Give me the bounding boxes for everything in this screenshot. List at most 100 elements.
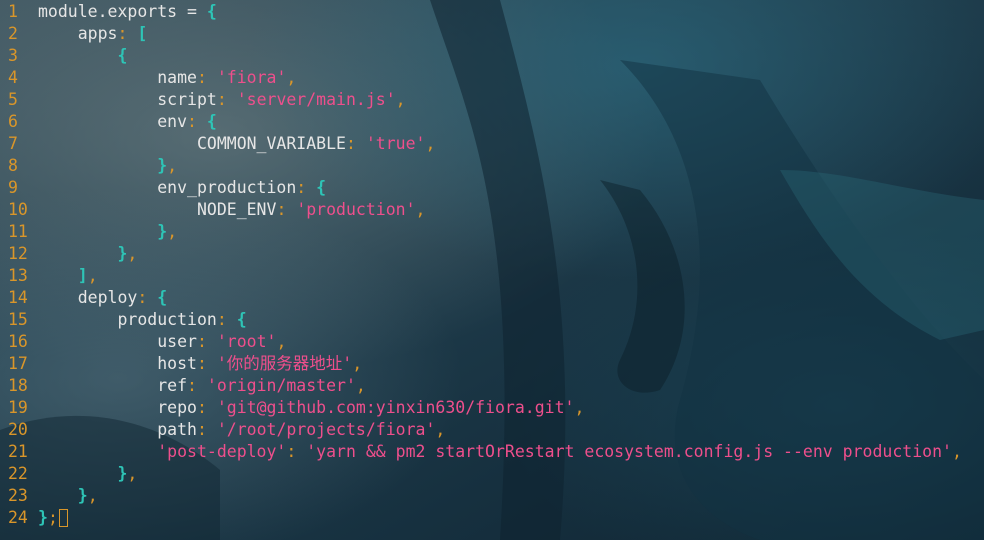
- punctuation-token: ,: [276, 332, 287, 351]
- line-number: 17: [8, 354, 28, 373]
- code-line[interactable]: 15 production: {: [0, 309, 984, 331]
- punctuation-token: :: [216, 310, 237, 329]
- bracket-token: }: [77, 486, 88, 505]
- string-token: 'git@github.com:yinxin630/fiora.git': [216, 398, 575, 417]
- punctuation-token: ;: [47, 508, 58, 527]
- punctuation-token: ,: [286, 68, 297, 87]
- bracket-token: {: [206, 2, 217, 21]
- punctuation-token: :: [345, 134, 366, 153]
- code-line[interactable]: 21 'post-deploy': 'yarn && pm2 startOrRe…: [0, 441, 984, 463]
- string-token: 'true': [365, 134, 426, 153]
- code-editor[interactable]: 1 module.exports = {2 apps: [3 {4 name: '…: [0, 1, 984, 529]
- code-line[interactable]: 2 apps: [: [0, 23, 984, 45]
- punctuation-token: ,: [87, 486, 98, 505]
- code-line[interactable]: 9 env_production: {: [0, 177, 984, 199]
- code-line[interactable]: 16 user: 'root',: [0, 331, 984, 353]
- identifier-token: env: [157, 112, 188, 131]
- identifier-token: user: [157, 332, 197, 351]
- line-number: 20: [8, 420, 28, 439]
- string-token: '你的服务器地址': [216, 354, 353, 373]
- punctuation-token: ,: [167, 222, 178, 241]
- code-line[interactable]: 24};: [0, 507, 984, 529]
- code-line[interactable]: 13 ],: [0, 265, 984, 287]
- code-line[interactable]: 12 },: [0, 243, 984, 265]
- line-number: 24: [8, 508, 28, 527]
- bracket-token: }: [157, 222, 168, 241]
- bracket-token: {: [157, 288, 168, 307]
- string-token: 'post-deploy': [157, 442, 287, 461]
- punctuation-token: :: [286, 442, 307, 461]
- identifier-token: NODE_ENV: [196, 200, 277, 219]
- code-line[interactable]: 22 },: [0, 463, 984, 485]
- bracket-token: ]: [77, 266, 88, 285]
- line-number: 14: [8, 288, 28, 307]
- string-token: 'yarn && pm2 startOrRestart ecosystem.co…: [306, 442, 952, 461]
- punctuation-token: :: [187, 112, 207, 131]
- punctuation-token: ,: [425, 134, 436, 153]
- punctuation-token: :: [196, 354, 217, 373]
- punctuation-token: :: [196, 420, 217, 439]
- bracket-token: {: [236, 310, 247, 329]
- string-token: 'server/main.js': [236, 90, 396, 109]
- code-line[interactable]: 18 ref: 'origin/master',: [0, 375, 984, 397]
- bracket-token: {: [316, 178, 327, 197]
- line-number: 23: [8, 486, 28, 505]
- bracket-token: }: [117, 464, 128, 483]
- code-line[interactable]: 4 name: 'fiora',: [0, 67, 984, 89]
- punctuation-token: ,: [167, 156, 178, 175]
- line-number: 13: [8, 266, 28, 285]
- punctuation-token: :: [296, 178, 317, 197]
- code-line[interactable]: 5 script: 'server/main.js',: [0, 89, 984, 111]
- code-line[interactable]: 14 deploy: {: [0, 287, 984, 309]
- code-line[interactable]: 1 module.exports = {: [0, 1, 984, 23]
- punctuation-token: :: [187, 376, 207, 395]
- identifier-token: =: [177, 2, 207, 21]
- code-line[interactable]: 8 },: [0, 155, 984, 177]
- string-token: 'fiora': [216, 68, 287, 87]
- code-line[interactable]: 19 repo: 'git@github.com:yinxin630/fiora…: [0, 397, 984, 419]
- string-token: 'root': [216, 332, 277, 351]
- punctuation-token: ,: [574, 398, 585, 417]
- code-line[interactable]: 7 COMMON_VARIABLE: 'true',: [0, 133, 984, 155]
- identifier-token: COMMON_VARIABLE: [196, 134, 346, 153]
- identifier-token: apps: [77, 24, 118, 43]
- line-number: 16: [8, 332, 28, 351]
- punctuation-token: :: [117, 24, 138, 43]
- punctuation-token: :: [216, 90, 237, 109]
- punctuation-token: ,: [87, 266, 98, 285]
- code-line[interactable]: 10 NODE_ENV: 'production',: [0, 199, 984, 221]
- line-number: 11: [8, 222, 28, 241]
- bracket-token: {: [117, 46, 128, 65]
- code-line[interactable]: 23 },: [0, 485, 984, 507]
- code-line[interactable]: 6 env: {: [0, 111, 984, 133]
- line-number: 1: [8, 2, 18, 21]
- line-number: 19: [8, 398, 28, 417]
- punctuation-token: ,: [355, 376, 366, 395]
- code-line[interactable]: 17 host: '你的服务器地址',: [0, 353, 984, 375]
- punctuation-token: ,: [951, 442, 962, 461]
- code-line[interactable]: 11 },: [0, 221, 984, 243]
- punctuation-token: ,: [435, 420, 446, 439]
- identifier-token: module.exports: [38, 2, 178, 21]
- code-line[interactable]: 20 path: '/root/projects/fiora',: [0, 419, 984, 441]
- punctuation-token: :: [196, 398, 217, 417]
- code-line[interactable]: 3 {: [0, 45, 984, 67]
- line-number: 7: [8, 134, 18, 153]
- punctuation-token: :: [137, 288, 158, 307]
- identifier-token: deploy: [77, 288, 138, 307]
- identifier-token: repo: [157, 398, 197, 417]
- punctuation-token: ,: [415, 200, 426, 219]
